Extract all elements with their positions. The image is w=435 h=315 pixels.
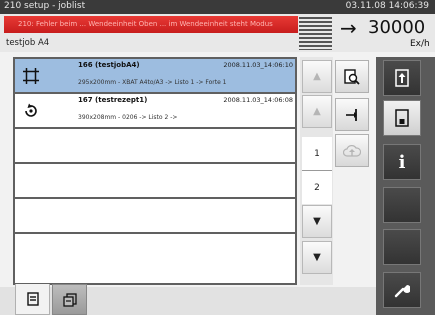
triangle-up-icon: ▲ [313, 71, 321, 82]
scroll-down-button[interactable]: ▼ [302, 241, 332, 274]
document-icon [26, 292, 39, 306]
scroll-up-button[interactable]: ▲ [302, 60, 332, 93]
job-name: 166 (testjobA4) [78, 61, 140, 69]
job-list: 166 (testjobA4) 2008.11.03_14:06:10 295x… [13, 57, 297, 285]
title-bar: 210 setup - joblist 03.11.08 14:06:39 [0, 0, 435, 14]
tab-joblist[interactable] [15, 284, 50, 315]
preview-button[interactable] [335, 60, 369, 93]
empty-job-row[interactable] [15, 234, 295, 283]
double-triangle-down-icon: ▼ [313, 216, 321, 227]
job-row[interactable]: 166 (testjobA4) 2008.11.03_14:06:10 295x… [15, 59, 295, 94]
upload-page-button[interactable] [383, 60, 421, 96]
wrench-icon [394, 285, 410, 298]
job-name: 167 (testrezept1) [78, 96, 148, 104]
tab-recipes[interactable] [52, 284, 87, 315]
current-job-label: testjob A4 [6, 38, 50, 48]
page-icon [395, 109, 409, 127]
cloud-upload-icon [343, 144, 361, 157]
clock: 03.11.08 14:06:39 [345, 1, 429, 11]
speed-value: 30000 [368, 17, 426, 38]
insert-icon [346, 108, 357, 121]
triangle-down-icon: ▼ [313, 252, 321, 263]
info-button[interactable]: i [383, 144, 421, 180]
empty-job-row[interactable] [15, 199, 295, 234]
settings-button[interactable] [383, 272, 421, 308]
empty-job-row[interactable] [15, 164, 295, 199]
rotate-icon [25, 103, 37, 117]
sidebar-empty-button[interactable] [383, 187, 421, 223]
arrow-right-icon: → [340, 16, 357, 40]
page-down-button[interactable]: ▼ [302, 205, 332, 238]
page-upload-icon [395, 69, 409, 87]
job-date: 2008.11.03_14:06:10 [223, 61, 293, 69]
insert-button[interactable] [335, 98, 369, 131]
upload-button[interactable] [335, 134, 369, 167]
page-number-2[interactable]: 2 [302, 170, 332, 204]
scroll-column: ▲ ▲ 1 2 ▼ ▼ [300, 57, 333, 285]
sidebar-empty-button[interactable] [383, 229, 421, 265]
error-banner[interactable]: 210: Fehler beim ... Wendeeinheit Oben .… [4, 16, 298, 33]
page-up-button[interactable]: ▲ [302, 95, 332, 128]
joblist-page-button[interactable] [383, 100, 421, 136]
info-icon: i [398, 151, 406, 173]
job-row[interactable]: 167 (testrezept1) 2008.11.03_14:06:08 39… [15, 94, 295, 129]
stack-indicator-icon [299, 17, 332, 50]
crop-marks-icon [23, 68, 39, 84]
job-date: 2008.11.03_14:06:08 [223, 96, 293, 104]
double-triangle-up-icon: ▲ [313, 106, 321, 117]
page-number-1[interactable]: 1 [302, 137, 332, 170]
speed-unit: Ex/h [410, 39, 430, 49]
preview-icon [344, 68, 360, 85]
job-details: 295x200mm - XBAT A4to/A3 -> Listo 1 -> F… [78, 79, 227, 86]
job-details: 390x208mm - 0206 -> Listo 2 -> [78, 114, 178, 121]
window-title: 210 setup - joblist [4, 1, 86, 11]
empty-job-row[interactable] [15, 129, 295, 164]
documents-stack-icon [62, 292, 77, 307]
